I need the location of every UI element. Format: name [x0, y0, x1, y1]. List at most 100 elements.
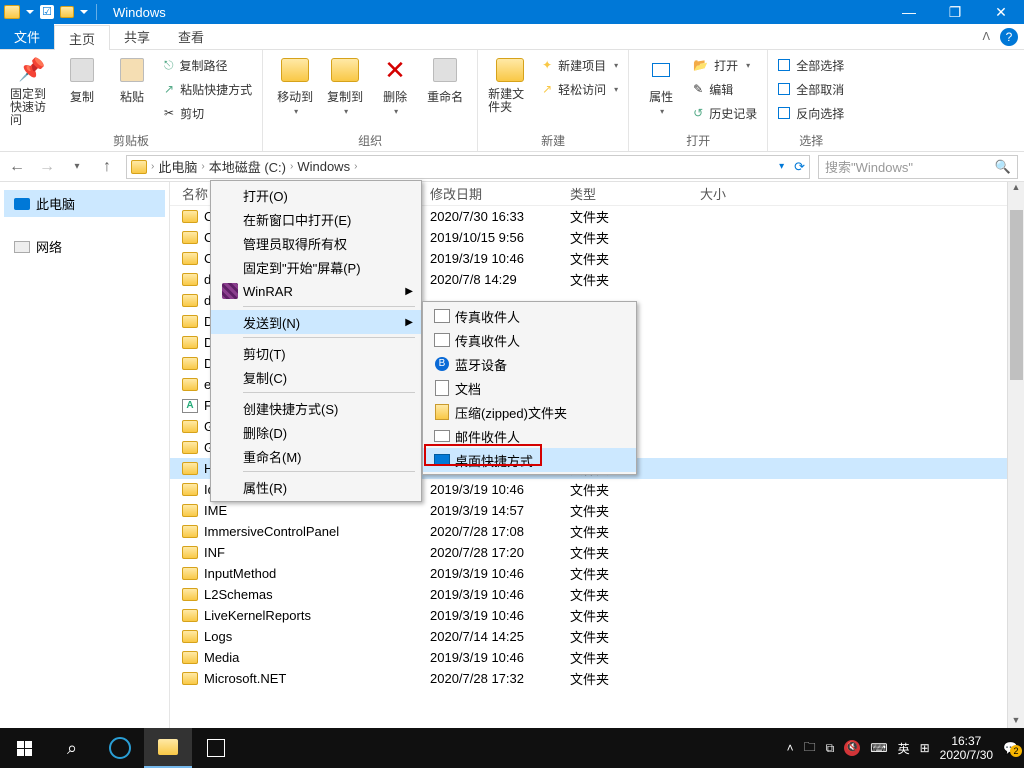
sendto-fax1[interactable]: 传真收件人: [423, 304, 636, 328]
ctx-open[interactable]: 打开(O): [211, 183, 421, 207]
scroll-thumb[interactable]: [1010, 210, 1023, 380]
sendto-desktop[interactable]: 桌面快捷方式: [423, 448, 636, 472]
sendto-documents[interactable]: 文档: [423, 376, 636, 400]
ctx-properties[interactable]: 属性(R): [211, 475, 421, 499]
selectall-icon: [778, 59, 790, 71]
file-row[interactable]: Logs2020/7/14 14:25文件夹: [170, 626, 1024, 647]
copyto-button[interactable]: 复制到▾: [323, 54, 367, 116]
ctx-copy[interactable]: 复制(C): [211, 365, 421, 389]
refresh-button[interactable]: ⟳: [794, 159, 805, 175]
file-row[interactable]: InputMethod2019/3/19 10:46文件夹: [170, 563, 1024, 584]
scroll-up-button[interactable]: ▲: [1008, 182, 1024, 199]
tray-overflow-icon[interactable]: ˄: [787, 741, 794, 755]
file-row[interactable]: IME2019/3/19 14:57文件夹: [170, 500, 1024, 521]
col-size[interactable]: 大小: [700, 184, 800, 203]
file-row[interactable]: INF2020/7/28 17:20文件夹: [170, 542, 1024, 563]
file-name: L2Schemas: [204, 587, 273, 602]
newfolder-button[interactable]: 新建文件夹: [488, 54, 532, 114]
folder-icon: [182, 231, 198, 244]
sendto-fax2[interactable]: 传真收件人: [423, 328, 636, 352]
invertselect-button[interactable]: 反向选择: [778, 102, 844, 124]
forward-button[interactable]: →: [36, 158, 58, 176]
pin-quickaccess-button[interactable]: 📌 固定到快速访问: [10, 54, 54, 127]
tray-ime[interactable]: 英: [898, 740, 910, 757]
file-row[interactable]: Media2019/3/19 10:46文件夹: [170, 647, 1024, 668]
start-button[interactable]: [0, 728, 48, 768]
taskbar-store[interactable]: [192, 728, 240, 768]
ctx-winrar[interactable]: WinRAR▶: [211, 279, 421, 303]
taskbar-search[interactable]: ⌕: [48, 728, 96, 768]
col-type[interactable]: 类型: [570, 184, 700, 203]
moveto-button[interactable]: 移动到▾: [273, 54, 317, 116]
qat-customize-icon[interactable]: [80, 10, 88, 14]
ctx-take-ownership[interactable]: 管理员取得所有权: [211, 231, 421, 255]
crumb-folder[interactable]: Windows: [297, 159, 350, 174]
ctx-open-new-window[interactable]: 在新窗口中打开(E): [211, 207, 421, 231]
tab-share[interactable]: 共享: [110, 24, 164, 49]
ctx-create-shortcut[interactable]: 创建快捷方式(S): [211, 396, 421, 420]
maximize-button[interactable]: ❐: [932, 0, 978, 24]
ctx-delete[interactable]: 删除(D): [211, 420, 421, 444]
cut-button[interactable]: ✂剪切: [164, 102, 252, 124]
sidebar-item-thispc[interactable]: 此电脑: [4, 190, 165, 217]
sidebar-item-network[interactable]: 网络: [4, 233, 165, 260]
minimize-button[interactable]: —: [886, 0, 932, 24]
properties-button[interactable]: 属性▾: [639, 54, 683, 124]
ctx-rename[interactable]: 重命名(M): [211, 444, 421, 468]
taskbar-edge[interactable]: [96, 728, 144, 768]
tab-file[interactable]: 文件: [0, 24, 54, 49]
tray-clock[interactable]: 16:37 2020/7/30: [940, 734, 993, 762]
tray-notifications[interactable]: 💬2: [1003, 741, 1018, 755]
tray-battery-icon[interactable]: 🗀: [804, 738, 816, 759]
file-row[interactable]: LiveKernelReports2019/3/19 10:46文件夹: [170, 605, 1024, 626]
search-input[interactable]: 搜索"Windows" 🔍: [818, 155, 1018, 179]
tray-volume-icon[interactable]: 🔇: [844, 740, 860, 756]
file-row[interactable]: L2Schemas2019/3/19 10:46文件夹: [170, 584, 1024, 605]
delete-button[interactable]: ✕删除▾: [373, 54, 417, 116]
history-button[interactable]: ↺历史记录: [693, 102, 757, 124]
sendto-bluetooth[interactable]: B蓝牙设备: [423, 352, 636, 376]
copypath-button[interactable]: ⎋复制路径: [164, 54, 252, 76]
copy-button[interactable]: 复制: [60, 54, 104, 127]
file-type: 文件夹: [570, 648, 700, 667]
pasteshortcut-button[interactable]: ↗粘贴快捷方式: [164, 78, 252, 100]
rename-button[interactable]: 重命名: [423, 54, 467, 116]
edit-button[interactable]: ✎编辑: [693, 78, 757, 100]
sendto-zip[interactable]: 压缩(zipped)文件夹: [423, 400, 636, 424]
newitem-button[interactable]: ✦新建项目▾: [542, 54, 618, 76]
qat-properties-icon[interactable]: ☑: [40, 5, 54, 19]
taskbar-explorer[interactable]: [144, 728, 192, 768]
sendto-mail[interactable]: 邮件收件人: [423, 424, 636, 448]
file-row[interactable]: Microsoft.NET2020/7/28 17:32文件夹: [170, 668, 1024, 689]
file-row[interactable]: ImmersiveControlPanel2020/7/28 17:08文件夹: [170, 521, 1024, 542]
tray-network-icon[interactable]: ⧉: [826, 741, 835, 756]
ctx-sendto[interactable]: 发送到(N)▶: [211, 310, 421, 334]
close-button[interactable]: ✕: [978, 0, 1024, 24]
selectall-button[interactable]: 全部选择: [778, 54, 844, 76]
scrollbar[interactable]: ▲ ▼: [1007, 182, 1024, 732]
recent-dropdown[interactable]: ▾: [66, 161, 88, 172]
crumb-drive[interactable]: 本地磁盘 (C:): [209, 157, 286, 176]
ctx-cut[interactable]: 剪切(T): [211, 341, 421, 365]
tab-home[interactable]: 主页: [54, 25, 110, 50]
tray-extra-icon[interactable]: ⊞: [920, 741, 930, 755]
qat-newfolder-icon[interactable]: [60, 6, 74, 18]
tab-view[interactable]: 查看: [164, 24, 218, 49]
ribbon-collapse-icon[interactable]: ᐱ: [982, 30, 990, 43]
selectnone-button[interactable]: 全部取消: [778, 78, 844, 100]
tray-keyboard-icon[interactable]: ⌨: [870, 741, 887, 755]
address-bar[interactable]: › 此电脑 › 本地磁盘 (C:) › Windows › ▾ ⟳: [126, 155, 810, 179]
folder-icon: [182, 252, 198, 265]
ctx-pin-start[interactable]: 固定到"开始"屏幕(P): [211, 255, 421, 279]
up-button[interactable]: ↑: [96, 158, 118, 176]
paste-button[interactable]: 粘贴: [110, 54, 154, 127]
easyaccess-button[interactable]: ↗轻松访问▾: [542, 78, 618, 100]
crumb-thispc[interactable]: 此电脑: [158, 157, 197, 176]
help-button[interactable]: ?: [1000, 28, 1018, 46]
col-date[interactable]: 修改日期: [430, 184, 570, 203]
qat-dropdown-icon[interactable]: [26, 10, 34, 14]
menu-separator: [243, 471, 415, 472]
open-button[interactable]: 📂打开▾: [693, 54, 757, 76]
back-button[interactable]: ←: [6, 158, 28, 176]
addr-dropdown-icon[interactable]: ▾: [779, 161, 784, 172]
